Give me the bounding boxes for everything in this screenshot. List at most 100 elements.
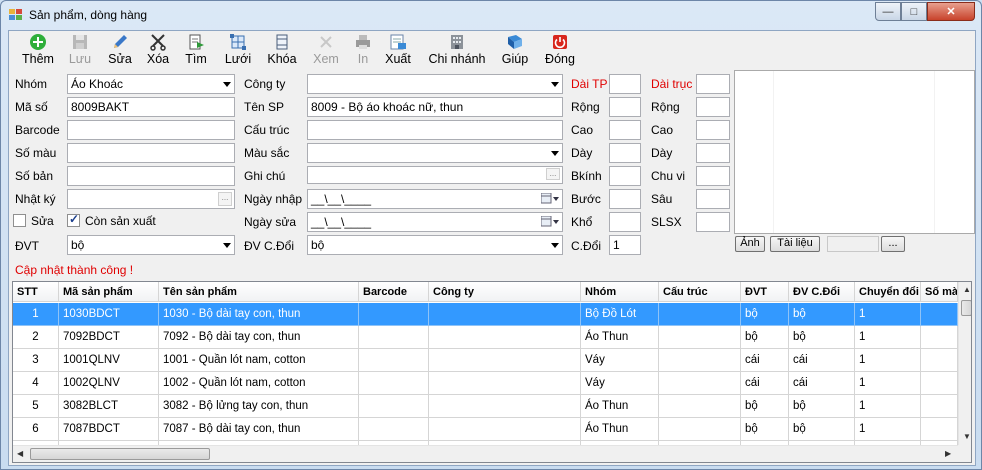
document-path-field[interactable]: [827, 236, 879, 252]
cell-code[interactable]: 1002QLNV: [59, 372, 159, 395]
cell-company[interactable]: [429, 303, 581, 326]
cell-unit[interactable]: cái: [741, 372, 789, 395]
cell-stt[interactable]: 2: [13, 326, 59, 349]
table-row[interactable]: 2 7092BDCT 7092 - Bộ dài tay con, thun Áo T…: [13, 326, 958, 349]
cell-company[interactable]: [429, 349, 581, 372]
cell-color-count[interactable]: [921, 349, 958, 372]
cell-company[interactable]: [429, 395, 581, 418]
cell-barcode[interactable]: [359, 303, 429, 326]
cell-structure[interactable]: [659, 395, 741, 418]
cell-code[interactable]: 1030BDCT: [59, 303, 159, 326]
calendar-dropdown-icon[interactable]: [541, 216, 559, 228]
cell-unit[interactable]: cái: [741, 349, 789, 372]
cell-conversion[interactable]: 1: [855, 303, 921, 326]
size-field[interactable]: [609, 212, 641, 232]
cell-code[interactable]: 7092BDCT: [59, 326, 159, 349]
grid-button[interactable]: Lưới: [221, 33, 255, 69]
cell-stt[interactable]: 5: [13, 395, 59, 418]
cell-color-count[interactable]: [921, 372, 958, 395]
shaft-length-field[interactable]: [696, 74, 730, 94]
edit-checkbox[interactable]: [13, 214, 26, 227]
in-production-checkbox[interactable]: [67, 212, 80, 227]
print-button[interactable]: In: [349, 33, 377, 69]
column-header-name[interactable]: Tên sản phẩm: [159, 282, 359, 302]
cell-group[interactable]: Áo Thun: [581, 395, 659, 418]
table-row[interactable]: 1 1030BDCT 1030 - Bộ dài tay con, thun Bộ Đ…: [13, 303, 958, 326]
column-header-conv-unit[interactable]: ĐV C.Đổi: [789, 282, 855, 302]
note-field[interactable]: ...: [307, 166, 563, 184]
barcode-field[interactable]: [67, 120, 235, 140]
vertical-scroll-thumb[interactable]: [961, 300, 971, 316]
step-field[interactable]: [609, 189, 641, 209]
code-field[interactable]: 8009BAKT: [67, 97, 235, 117]
branch-button[interactable]: Chi nhánh: [427, 33, 487, 69]
cell-company[interactable]: [429, 372, 581, 395]
cell-conv-unit[interactable]: bộ: [789, 326, 855, 349]
company-select[interactable]: [307, 74, 563, 94]
width-2-field[interactable]: [696, 97, 730, 117]
cell-color-count[interactable]: [921, 303, 958, 326]
column-header-stt[interactable]: STT: [13, 282, 59, 302]
image-button[interactable]: Ảnh: [735, 236, 765, 252]
cell-name[interactable]: 7092 - Bộ dài tay con, thun: [159, 326, 359, 349]
cell-barcode[interactable]: [359, 372, 429, 395]
cell-color-count[interactable]: [921, 418, 958, 441]
cell-stt[interactable]: 6: [13, 418, 59, 441]
color-select[interactable]: [307, 143, 563, 163]
browse-button[interactable]: ...: [881, 236, 905, 252]
cell-code[interactable]: 1001QLNV: [59, 349, 159, 372]
save-button[interactable]: Lưu: [65, 33, 95, 69]
horizontal-scrollbar[interactable]: ◀ ▶: [13, 445, 958, 462]
cell-conversion[interactable]: 1: [855, 326, 921, 349]
import-date-field[interactable]: __\__\____: [307, 189, 563, 209]
edit-button[interactable]: Sửa: [105, 33, 135, 69]
column-header-code[interactable]: Mã sản phẩm: [59, 282, 159, 302]
perimeter-field[interactable]: [696, 166, 730, 186]
column-header-color-count[interactable]: Số mà: [921, 282, 958, 302]
cell-barcode[interactable]: [359, 418, 429, 441]
note-browse-button[interactable]: ...: [546, 168, 560, 180]
conversion-field[interactable]: 1: [609, 235, 641, 255]
product-grid[interactable]: STT Mã sản phẩm Tên sản phẩm Barcode Côn…: [12, 281, 972, 463]
cell-group[interactable]: Bộ Đồ Lót: [581, 303, 659, 326]
height-2-field[interactable]: [696, 120, 730, 140]
cell-group[interactable]: Váy: [581, 349, 659, 372]
cell-conversion[interactable]: 1: [855, 418, 921, 441]
column-header-unit[interactable]: ĐVT: [741, 282, 789, 302]
export-button[interactable]: Xuất: [383, 33, 413, 69]
cell-name[interactable]: 3082 - Bộ lửng tay con, thun: [159, 395, 359, 418]
cell-barcode[interactable]: [359, 349, 429, 372]
cell-barcode[interactable]: [359, 326, 429, 349]
cell-company[interactable]: [429, 418, 581, 441]
slsx-field[interactable]: [696, 212, 730, 232]
maximize-button[interactable]: □: [901, 2, 927, 21]
cell-name[interactable]: 7087 - Bộ dài tay con, thun: [159, 418, 359, 441]
calendar-dropdown-icon[interactable]: [541, 193, 559, 205]
vertical-scrollbar[interactable]: ▲ ▼: [958, 282, 971, 445]
cell-conversion[interactable]: 1: [855, 349, 921, 372]
cell-structure[interactable]: [659, 372, 741, 395]
cell-structure[interactable]: [659, 326, 741, 349]
column-header-conversion[interactable]: Chuyển đổi: [855, 282, 921, 302]
document-button[interactable]: Tài liệu: [770, 236, 820, 252]
color-count-field[interactable]: [67, 143, 235, 163]
help-button[interactable]: Giúp: [499, 33, 531, 69]
thickness-2-field[interactable]: [696, 143, 730, 163]
cell-group[interactable]: Áo Thun: [581, 326, 659, 349]
cell-company[interactable]: [429, 326, 581, 349]
height-1-field[interactable]: [609, 120, 641, 140]
cell-unit[interactable]: bộ: [741, 303, 789, 326]
scroll-up-icon[interactable]: ▲: [963, 285, 971, 294]
find-button[interactable]: Tìm: [181, 33, 211, 69]
cell-name[interactable]: 1001 - Quần lót nam, cotton: [159, 349, 359, 372]
add-button[interactable]: Thêm: [19, 33, 57, 69]
cell-structure[interactable]: [659, 303, 741, 326]
cell-stt[interactable]: 4: [13, 372, 59, 395]
structure-field[interactable]: [307, 120, 563, 140]
cell-group[interactable]: Áo Thun: [581, 418, 659, 441]
cell-conv-unit[interactable]: bộ: [789, 303, 855, 326]
conv-unit-select[interactable]: bộ: [307, 235, 563, 255]
log-browse-button[interactable]: ...: [218, 192, 232, 206]
cell-structure[interactable]: [659, 349, 741, 372]
delete-button[interactable]: Xóa: [143, 33, 173, 69]
